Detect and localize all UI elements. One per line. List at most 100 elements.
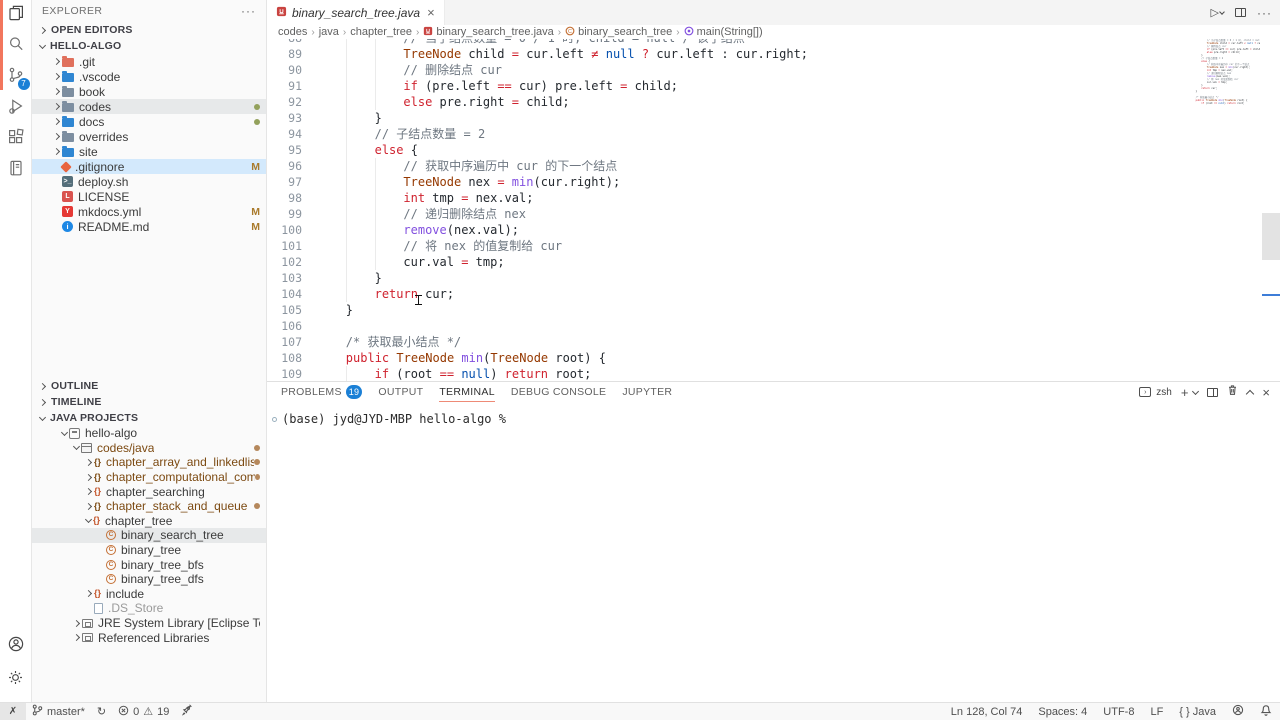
- encoding-setting[interactable]: UTF-8: [1095, 706, 1142, 718]
- sidebar-bottom-sections: OUTLINE TIMELINE JAVA PROJECTS hello-alg…: [32, 378, 266, 645]
- jp-codes-java[interactable]: codes/java: [32, 441, 266, 456]
- folder-icon: [62, 133, 74, 142]
- token: }: [346, 303, 353, 317]
- file--vscode[interactable]: .vscode: [32, 69, 266, 84]
- file-deploy-sh[interactable]: >_deploy.sh: [32, 174, 266, 189]
- line-number: 108: [267, 350, 311, 366]
- warning-count: 19: [157, 706, 169, 718]
- account-button[interactable]: [0, 630, 32, 663]
- panel-tab-output[interactable]: OUTPUT: [378, 382, 423, 402]
- trash-icon[interactable]: [1227, 383, 1238, 401]
- run-button[interactable]: ▷: [1211, 6, 1224, 19]
- line-number: 103: [267, 270, 311, 286]
- file-site[interactable]: site: [32, 144, 266, 159]
- close-panel-icon[interactable]: ×: [1262, 385, 1270, 400]
- close-icon[interactable]: ×: [427, 5, 435, 20]
- maximize-panel-icon[interactable]: [1246, 389, 1254, 397]
- folder-icon: [62, 58, 74, 67]
- jp-binary-search-tree[interactable]: Cbinary_search_tree: [32, 528, 266, 543]
- chevron-right-icon: [53, 118, 60, 125]
- notifications-button[interactable]: [1252, 704, 1280, 719]
- language-mode[interactable]: { } Java: [1171, 706, 1224, 718]
- terminal[interactable]: (base) jyd@JYD-MBP hello-algo %: [267, 402, 1280, 426]
- launch-status[interactable]: [175, 703, 199, 720]
- java-projects-section[interactable]: JAVA PROJECTS: [32, 410, 266, 426]
- file--git[interactable]: .git: [32, 54, 266, 69]
- feedback-button[interactable]: [1224, 704, 1252, 719]
- file-book[interactable]: book: [32, 84, 266, 99]
- jp-jre-system-library-eclipse-temurin-17-17-[interactable]: JRE System Library [Eclipse Temurin 17 […: [32, 616, 266, 631]
- jp-chapter-stack-and-queue[interactable]: {}chapter_stack_and_queue: [32, 499, 266, 514]
- run-debug-button[interactable]: [0, 93, 32, 124]
- jp-hello-algo[interactable]: hello-algo: [32, 426, 266, 441]
- token: (pre.left: [418, 79, 497, 93]
- eol-setting[interactable]: LF: [1142, 706, 1171, 718]
- jp-chapter-searching[interactable]: {}chapter_searching: [32, 484, 266, 499]
- split-editor-icon[interactable]: [1235, 8, 1246, 17]
- sidebar-more-button[interactable]: ···: [241, 4, 256, 18]
- editor-scrollbar[interactable]: [1262, 39, 1280, 381]
- breadcrumb-item[interactable]: Cbinary_search_tree: [565, 26, 672, 39]
- token: =: [512, 47, 519, 61]
- panel-tab-jupyter[interactable]: JUPYTER: [622, 382, 672, 402]
- jp-binary-tree[interactable]: Cbinary_tree: [32, 543, 266, 558]
- settings-button[interactable]: [0, 663, 32, 696]
- jp-binary-tree-bfs[interactable]: Cbinary_tree_bfs: [32, 557, 266, 572]
- split-terminal-icon[interactable]: [1207, 388, 1218, 397]
- source-control-button[interactable]: 7: [0, 62, 32, 93]
- breadcrumb-item[interactable]: binary_search_tree.java: [423, 26, 553, 39]
- file-docs[interactable]: docs: [32, 114, 266, 129]
- jp--ds-store[interactable]: .DS_Store: [32, 601, 266, 616]
- file-overrides[interactable]: overrides: [32, 129, 266, 144]
- scrollbar-thumb[interactable]: [1262, 213, 1280, 260]
- timeline-section[interactable]: TIMELINE: [32, 394, 266, 410]
- breadcrumb-item[interactable]: codes: [278, 26, 307, 38]
- indent-guide: [346, 78, 347, 94]
- token: ?: [642, 47, 649, 61]
- file-mkdocs-yml[interactable]: Ymkdocs.ymlM: [32, 204, 266, 219]
- cursor-position[interactable]: Ln 128, Col 74: [943, 706, 1031, 718]
- jp-chapter-array-and-linkedlist[interactable]: {}chapter_array_and_linkedlist: [32, 455, 266, 470]
- token: // 获取中序遍历中 cur 的下一个结点: [403, 159, 617, 173]
- item-label: .DS_Store: [108, 601, 163, 615]
- outline-section[interactable]: OUTLINE: [32, 378, 266, 394]
- terminal-profile-chevron-icon[interactable]: [1192, 387, 1199, 394]
- open-editors-section[interactable]: OPEN EDITORS: [32, 22, 266, 38]
- sync-button[interactable]: ↻: [91, 703, 112, 720]
- file--gitignore[interactable]: .gitignoreM: [32, 159, 266, 174]
- token: min: [461, 351, 483, 365]
- jp-binary-tree-dfs[interactable]: Cbinary_tree_dfs: [32, 572, 266, 587]
- code-editor[interactable]: 88// 当子结点数量 = 0 / 1 时, child = null / 该子…: [267, 39, 1280, 381]
- panel-tab-problems[interactable]: PROBLEMS19: [281, 382, 362, 402]
- line-content: // 删除结点 cur: [311, 62, 502, 78]
- tab-binary-search-tree[interactable]: binary_search_tree.java ×: [267, 0, 445, 25]
- panel-tab-terminal[interactable]: TERMINAL: [439, 382, 495, 402]
- token: return: [505, 367, 548, 381]
- jp-chapter-computational-complexity[interactable]: {}chapter_computational_complexity: [32, 470, 266, 485]
- more-actions-icon[interactable]: ···: [1257, 6, 1272, 20]
- file-codes[interactable]: codes: [32, 99, 266, 114]
- problems-status[interactable]: 0 ⚠ 19: [112, 703, 175, 720]
- file-license[interactable]: LLICENSE: [32, 189, 266, 204]
- search-button[interactable]: [0, 31, 32, 62]
- line-content: else {: [311, 142, 418, 158]
- indent-guide: [346, 286, 347, 302]
- branch-status[interactable]: master*: [26, 703, 91, 720]
- indentation-setting[interactable]: Spaces: 4: [1030, 706, 1095, 718]
- extensions-button[interactable]: [0, 124, 32, 155]
- workspace-root-section[interactable]: HELLO-ALGO: [32, 38, 266, 54]
- remote-indicator[interactable]: ✗: [0, 703, 26, 720]
- breadcrumb-item[interactable]: chapter_tree: [350, 26, 412, 38]
- breadcrumb-item[interactable]: main(String[]): [684, 26, 763, 39]
- jp-include[interactable]: {}include: [32, 587, 266, 602]
- new-terminal-button[interactable]: +: [1181, 385, 1189, 400]
- status-bar: ✗ master* ↻ 0 ⚠ 19 Ln 128, Col 74 Spaces…: [0, 702, 1280, 720]
- file-readme-md[interactable]: iREADME.mdM: [32, 219, 266, 234]
- jp-chapter-tree[interactable]: {}chapter_tree: [32, 514, 266, 529]
- notebook-button[interactable]: [0, 155, 32, 186]
- breadcrumb-item[interactable]: java: [319, 26, 339, 38]
- explorer-button[interactable]: [0, 0, 32, 31]
- tab-label: binary_search_tree.java: [292, 6, 420, 20]
- panel-tab-debug-console[interactable]: DEBUG CONSOLE: [511, 382, 607, 402]
- jp-referenced-libraries[interactable]: Referenced Libraries: [32, 630, 266, 645]
